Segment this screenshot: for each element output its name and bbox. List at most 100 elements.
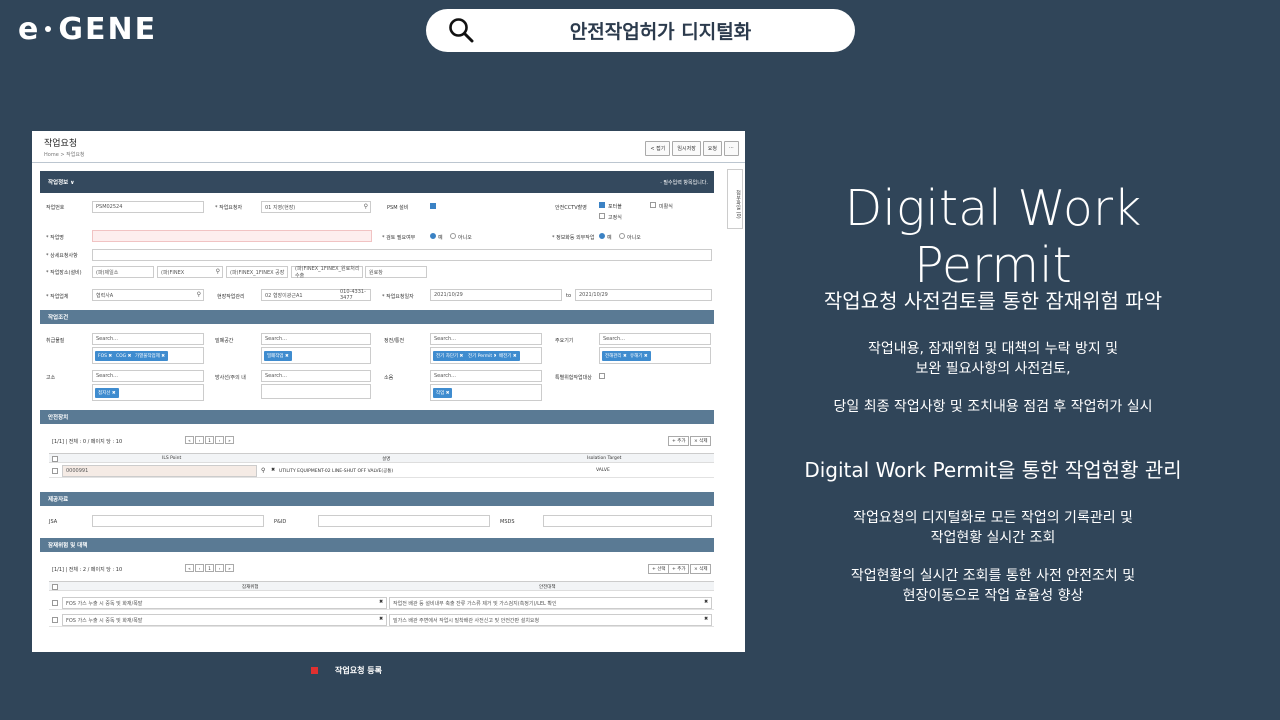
noise-search[interactable]: Search... [430,370,542,382]
tag-space[interactable]: 밀폐작업 ✖ [264,351,292,361]
clear-icon[interactable]: ✖ [704,616,708,622]
hazard-2[interactable]: FOS 가스 누출 시 중독 및 화재/폭발 [62,614,387,626]
tag-gas[interactable]: 가열물작업제 ✖ [132,351,169,361]
cctv-fixed-checkbox[interactable] [599,213,605,219]
risk-add-button[interactable]: + 추가 [668,564,690,574]
measure-1[interactable]: 작업전 배관 등 설비내부 축출 잔류 가스류 제거 및 가스검지(측정기)/L… [389,597,712,609]
row-checkbox[interactable] [52,600,58,606]
location-select-3[interactable]: (파)FINEX_1FINEX 공장 [226,266,288,278]
prev-page-icon[interactable]: ‹ [195,436,204,444]
row-checkbox[interactable] [52,468,58,474]
fire-search[interactable]: Search... [261,370,371,382]
next-page-icon[interactable]: › [215,436,224,444]
review-yes-radio[interactable] [430,233,436,239]
work-no-field[interactable]: PSM02524 [92,201,204,213]
site-manager-phone: 010-4331-3477 [340,289,366,301]
company-label: * 작업업체 [46,294,69,300]
handling-search[interactable]: Search... [92,333,204,345]
location-field-1[interactable]: (파)제일소 [92,266,154,278]
msds-field[interactable] [543,515,712,527]
electric-search[interactable]: Search... [430,333,542,345]
logo-dot [45,26,52,32]
date-from-field[interactable]: 2021/10/29 [430,289,562,301]
height-search[interactable]: Search... [92,370,204,382]
col-isolation: Isolation Target [587,456,622,461]
date-to-field[interactable]: 2021/10/29 [575,289,712,301]
safety-delete-button[interactable]: × 삭제 [690,436,712,446]
more-button[interactable]: ⋯ [724,141,739,156]
next-page-icon[interactable]: › [215,564,224,572]
risk-select-button[interactable]: + 선택 [648,564,670,574]
select-all-checkbox[interactable] [52,456,58,462]
detail-field[interactable] [92,249,712,261]
breadcrumb: Home > 작업요청 [44,152,85,158]
search-icon[interactable]: ⚲ [261,467,265,474]
cctv-label: 안전CCTV촬영 [555,205,587,211]
divider [32,162,745,163]
tag-e3[interactable]: 배전기 ✖ [496,351,520,361]
company-field[interactable]: 협력사A ⚲ [92,289,204,301]
tools-tags: 전해관리 ✖ 유해기 ✖ [599,347,711,364]
temp-save-button[interactable]: 임시저장 [672,141,701,156]
tag-n[interactable]: 작업 ✖ [433,388,453,398]
page-1[interactable]: 1 [205,564,214,572]
search-icon[interactable]: ⚲ [197,291,201,298]
space-search[interactable]: Search... [261,333,371,345]
search-icon[interactable]: ⚲ [216,268,220,275]
psm-checkbox[interactable] [430,203,436,209]
tag-t2[interactable]: 유해기 ✖ [627,351,651,361]
info-yes-radio[interactable] [599,233,605,239]
cctv-portable-checkbox[interactable] [599,202,605,208]
review-label: * 검토 필요여부 [382,235,416,241]
location-field-2[interactable]: (파)FINEX ⚲ [157,266,223,278]
row-checkbox[interactable] [52,617,58,623]
first-page-icon[interactable]: « [185,564,194,572]
work-name-field[interactable] [92,230,372,242]
site-manager-field[interactable]: 02 협장이광근A1 010-4331-3477 [261,289,371,301]
tag-e1[interactable]: 전기 차단기 ✖ [433,351,467,361]
cctv-mobile-checkbox[interactable] [650,202,656,208]
col-desc: 설명 [382,457,391,462]
review-no-radio[interactable] [450,233,456,239]
special-checkbox[interactable] [599,373,605,379]
info-no-radio[interactable] [619,233,625,239]
first-page-icon[interactable]: « [185,436,194,444]
jsa-field[interactable] [92,515,264,527]
clear-icon[interactable]: ✖ [379,599,383,605]
location-select-4[interactable]: (파)FINEX_1FINEX_원료처리수출 [291,266,363,279]
tag-h[interactable]: 접지선 ✖ [95,388,119,398]
fire-box[interactable] [261,384,371,399]
work-no-label: 작업번호 [46,205,65,211]
hazard-1[interactable]: FOS 가스 누출 시 중독 및 화재/폭발 [62,597,387,609]
request-button[interactable]: 요청 [702,141,722,156]
tag-t1[interactable]: 전해관리 ✖ [602,351,630,361]
table-row[interactable]: FOS 가스 누출 시 중독 및 화재/폭발 ✖ 밀가스 배관 주변에서 작업시… [49,613,714,627]
screenshot-caption: 작업요청 등록 [311,665,382,676]
last-page-icon[interactable]: » [225,436,234,444]
table-row[interactable]: 0000991 ⚲ ✖ UTILITY EQUIPMENT-02 LINE-SH… [49,464,714,478]
pid-field[interactable] [318,515,490,527]
ls-point-value[interactable]: 0000991 [62,465,257,477]
section-work-info[interactable]: 작업정보 ∨ · 필수입력 항목입니다. [40,171,714,193]
safety-add-button[interactable]: + 추가 [668,436,690,446]
clear-icon[interactable]: ✖ [271,467,275,473]
search-icon[interactable]: ⚲ [364,203,368,210]
select-all-checkbox[interactable] [52,584,58,590]
col-measure: 안전대책 [539,585,556,590]
tools-search[interactable]: Search... [599,333,711,345]
page-1[interactable]: 1 [205,436,214,444]
table-row[interactable]: FOS 가스 누출 시 중독 및 화재/폭발 ✖ 작업전 배관 등 설비내부 축… [49,596,714,610]
requester-label: * 작업요청자 [215,205,243,211]
location-field-5[interactable]: 원료창 [365,266,427,278]
last-page-icon[interactable]: » [225,564,234,572]
clear-icon[interactable]: ✖ [379,616,383,622]
requester-field[interactable]: 01 지영(현장) ⚲ [261,201,371,213]
attachment-tab[interactable]: 첨부파일 (0) [727,169,743,229]
prev-page-icon[interactable]: ‹ [195,564,204,572]
measure-2[interactable]: 밀가스 배관 주변에서 작업시 밀착배관 사전신고 및 안전간판 설치요청 [389,614,712,626]
collapse-button[interactable]: < 접기 [645,141,671,156]
dwp-title: Digital Work Permit [844,180,1142,294]
risk-delete-button[interactable]: × 삭제 [690,564,712,574]
clear-icon[interactable]: ✖ [704,599,708,605]
search-bar[interactable]: 안전작업허가 디지털화 [426,9,855,52]
